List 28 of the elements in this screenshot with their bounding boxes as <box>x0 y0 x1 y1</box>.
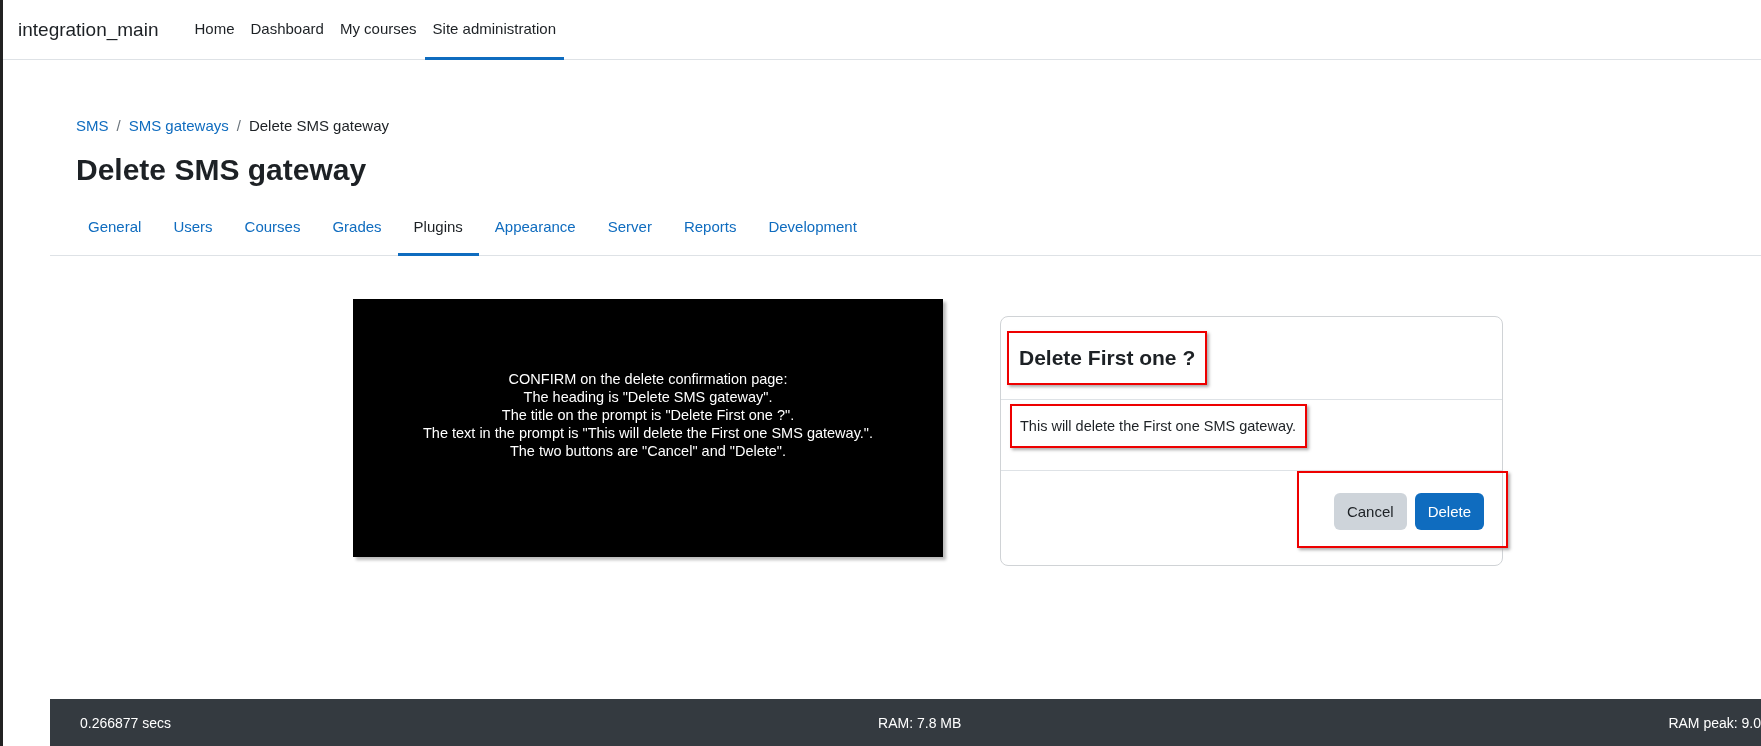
breadcrumb-link[interactable]: SMS <box>76 117 109 134</box>
admin-tab[interactable]: Courses <box>228 202 317 256</box>
nav-link[interactable]: My courses <box>331 0 425 60</box>
dialog-title: Delete First one ? <box>1007 331 1208 385</box>
nav-link[interactable]: Home <box>186 0 243 60</box>
admin-tab[interactable]: General <box>72 202 158 256</box>
breadcrumb-separator: / <box>116 117 121 134</box>
timing-text: 0.266877 secs <box>80 714 172 731</box>
instruction-text: CONFIRM on the delete confirmation page: The heading is "Delete SMS gateway". The title on the prompt is "Delete First one ?". The text in the prompt is "This will delete the First one SMS gateway.". The two buttons are "Cancel" and "Delete". <box>422 370 873 460</box>
nav-link[interactable]: Site administration <box>424 0 564 60</box>
current-page-text: Delete SMS gateway <box>248 117 389 134</box>
dialog-message: This will delete the First one SMS gateway. <box>1010 404 1308 448</box>
admin-tab[interactable]: Appearance <box>478 202 592 256</box>
page-heading: Delete SMS gateway <box>76 153 368 187</box>
breadcrumb-separator: / <box>236 117 241 134</box>
site-name[interactable]: integration_main <box>18 0 159 59</box>
nav-link[interactable]: Dashboard <box>242 0 332 60</box>
cancel-button[interactable]: Cancel <box>1333 493 1407 530</box>
breadcrumb-link[interactable]: SMS gateways <box>128 117 229 134</box>
admin-tab[interactable]: Reports <box>667 202 753 256</box>
admin-tab[interactable]: Development <box>752 202 873 256</box>
ram-peak-text: RAM peak: 9.0 <box>1668 714 1761 731</box>
admin-tab[interactable]: Server <box>591 202 668 256</box>
delete-button[interactable]: Delete <box>1414 493 1484 530</box>
admin-tab[interactable]: Plugins <box>397 202 479 256</box>
admin-tab[interactable]: Grades <box>316 202 398 256</box>
admin-tab[interactable]: Users <box>157 202 229 256</box>
ram-text: RAM: 7.8 MB <box>878 714 962 731</box>
